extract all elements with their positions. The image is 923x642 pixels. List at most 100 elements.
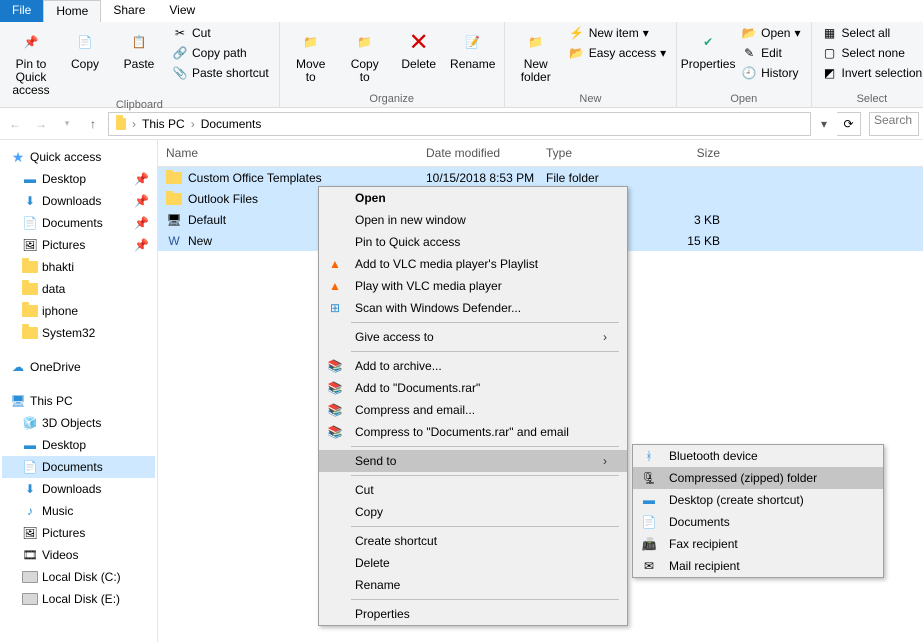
col-size[interactable]: Size	[648, 140, 728, 166]
ctx-open-new-window[interactable]: Open in new window	[319, 209, 627, 231]
new-folder-icon: 📁	[520, 26, 552, 58]
ctx-compress-docs-email[interactable]: 📚Compress to "Documents.rar" and email	[319, 421, 627, 443]
nav-iphone[interactable]: iphone	[2, 300, 155, 322]
nav-documents-qa[interactable]: 📄Documents📌	[2, 212, 155, 234]
paste-shortcut-button[interactable]: 📎Paste shortcut	[168, 64, 273, 82]
sendto-mail[interactable]: ✉Mail recipient	[633, 555, 883, 577]
ctx-cut[interactable]: Cut	[319, 479, 627, 501]
ctx-defender[interactable]: ⊞Scan with Windows Defender...	[319, 297, 627, 319]
refresh-button[interactable]: ⟳	[837, 112, 861, 136]
file-name: Outlook Files	[188, 192, 258, 206]
forward-button[interactable]: →	[30, 113, 52, 135]
new-item-button[interactable]: ⚡New item ▾	[565, 24, 670, 42]
move-to-button[interactable]: 📁Move to	[286, 24, 336, 86]
objects-icon: 🧊	[22, 415, 38, 431]
rename-button[interactable]: 📝Rename	[448, 24, 498, 73]
file-row[interactable]: Custom Office Templates 10/15/2018 8:53 …	[158, 167, 923, 188]
ctx-send-to[interactable]: Send to›	[319, 450, 627, 472]
sendto-bluetooth[interactable]: ᚼBluetooth device	[633, 445, 883, 467]
nav-pictures-qa[interactable]: 🖼Pictures📌	[2, 234, 155, 256]
col-date[interactable]: Date modified	[418, 140, 538, 166]
pin-icon: 📌	[15, 26, 47, 58]
select-all-icon: ▦	[822, 25, 838, 41]
new-folder-button[interactable]: 📁New folder	[511, 24, 561, 86]
nav-documents[interactable]: 📄Documents	[2, 456, 155, 478]
col-type[interactable]: Type	[538, 140, 648, 166]
crumb-this-pc[interactable]: This PC	[139, 117, 188, 131]
music-icon: ♪	[22, 503, 38, 519]
copy-to-button[interactable]: 📁Copy to	[340, 24, 390, 86]
folder-icon	[22, 259, 38, 275]
ctx-rename[interactable]: Rename	[319, 574, 627, 596]
open-button[interactable]: 📂Open ▾	[737, 24, 804, 42]
ctx-vlc-playlist[interactable]: ▲Add to VLC media player's Playlist	[319, 253, 627, 275]
copy-path-button[interactable]: 🔗Copy path	[168, 44, 273, 62]
select-none-button[interactable]: ▢Select none	[818, 44, 923, 62]
nav-downloads[interactable]: ⬇Downloads📌	[2, 190, 155, 212]
copy-button[interactable]: 📄Copy	[60, 24, 110, 73]
zip-icon: 🗜	[637, 471, 661, 485]
sendto-fax[interactable]: 📠Fax recipient	[633, 533, 883, 555]
nav-quick-access[interactable]: ★Quick access	[2, 146, 155, 168]
folder-icon	[22, 325, 38, 341]
ctx-delete[interactable]: Delete	[319, 552, 627, 574]
crumb-documents[interactable]: Documents	[198, 117, 265, 131]
cut-button[interactable]: ✂Cut	[168, 24, 273, 42]
sendto-documents[interactable]: 📄Documents	[633, 511, 883, 533]
shield-icon: ⊞	[323, 301, 347, 315]
pin-icon: 📌	[134, 194, 149, 208]
tab-home[interactable]: Home	[43, 0, 101, 22]
nav-local-c[interactable]: Local Disk (C:)	[2, 566, 155, 588]
nav-onedrive[interactable]: ☁OneDrive	[2, 356, 155, 378]
back-button[interactable]: ←	[4, 113, 26, 135]
ctx-copy[interactable]: Copy	[319, 501, 627, 523]
chevron-right-icon: ›	[188, 117, 198, 131]
nav-desktop-pc[interactable]: ▬Desktop	[2, 434, 155, 456]
sendto-compressed-zip[interactable]: 🗜Compressed (zipped) folder	[633, 467, 883, 489]
invert-selection-button[interactable]: ◩Invert selection	[818, 64, 923, 82]
ctx-properties[interactable]: Properties	[319, 603, 627, 625]
delete-button[interactable]: ✕Delete	[394, 24, 444, 73]
vlc-icon: ▲	[323, 279, 347, 293]
nav-local-e[interactable]: Local Disk (E:)	[2, 588, 155, 610]
recent-button[interactable]: ▾	[56, 113, 78, 135]
up-button[interactable]: ↑	[82, 113, 104, 135]
tab-view[interactable]: View	[157, 0, 207, 22]
ctx-compress-email[interactable]: 📚Compress and email...	[319, 399, 627, 421]
col-name[interactable]: Name	[158, 140, 418, 166]
paste-button[interactable]: 📋Paste	[114, 24, 164, 73]
ctx-pin-quick-access[interactable]: Pin to Quick access	[319, 231, 627, 253]
ctx-add-documents-rar[interactable]: 📚Add to "Documents.rar"	[319, 377, 627, 399]
vlc-icon: ▲	[323, 257, 347, 271]
ctx-give-access[interactable]: Give access to›	[319, 326, 627, 348]
nav-data[interactable]: data	[2, 278, 155, 300]
ctx-add-archive[interactable]: 📚Add to archive...	[319, 355, 627, 377]
ctx-vlc-play[interactable]: ▲Play with VLC media player	[319, 275, 627, 297]
nav-pictures-pc[interactable]: 🖼Pictures	[2, 522, 155, 544]
nav-music[interactable]: ♪Music	[2, 500, 155, 522]
nav-downloads-pc[interactable]: ⬇Downloads	[2, 478, 155, 500]
breadcrumb[interactable]: › This PC › Documents	[108, 112, 811, 136]
chevron-down-icon: ▾	[643, 26, 649, 40]
nav-bhakti[interactable]: bhakti	[2, 256, 155, 278]
ctx-create-shortcut[interactable]: Create shortcut	[319, 530, 627, 552]
nav-videos[interactable]: 🎞Videos	[2, 544, 155, 566]
tab-file[interactable]: File	[0, 0, 43, 22]
ctx-open[interactable]: Open	[319, 187, 627, 209]
properties-button[interactable]: ✔Properties	[683, 24, 733, 73]
address-dropdown[interactable]: ▾	[815, 117, 833, 131]
pin-quick-access-button[interactable]: 📌Pin to Quick access	[6, 24, 56, 99]
sendto-desktop-shortcut[interactable]: ▬Desktop (create shortcut)	[633, 489, 883, 511]
select-all-button[interactable]: ▦Select all	[818, 24, 923, 42]
tab-share[interactable]: Share	[101, 0, 157, 22]
easy-access-button[interactable]: 📂Easy access ▾	[565, 44, 670, 62]
edit-button[interactable]: ✎Edit	[737, 44, 804, 62]
cloud-icon: ☁	[10, 359, 26, 375]
history-button[interactable]: 🕘History	[737, 64, 804, 82]
nav-this-pc[interactable]: 🖥This PC	[2, 390, 155, 412]
nav-system32[interactable]: System32	[2, 322, 155, 344]
nav-desktop[interactable]: ▬Desktop📌	[2, 168, 155, 190]
search-input[interactable]: Search	[869, 112, 919, 136]
fax-icon: 📠	[637, 537, 661, 551]
nav-3d-objects[interactable]: 🧊3D Objects	[2, 412, 155, 434]
